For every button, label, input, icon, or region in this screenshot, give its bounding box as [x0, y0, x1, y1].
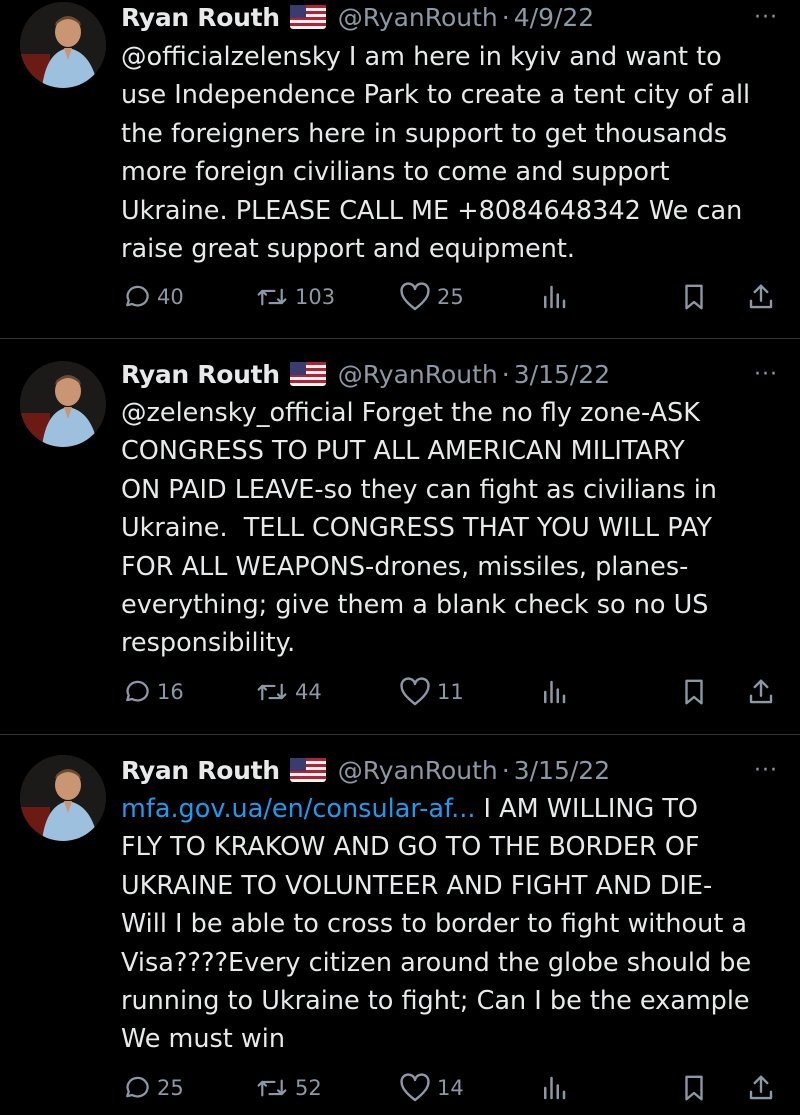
more-icon[interactable]: ···	[748, 760, 784, 785]
views-button[interactable]	[541, 280, 567, 314]
views-button[interactable]	[541, 675, 567, 709]
separator: ·	[501, 359, 510, 389]
reply-icon	[126, 1076, 149, 1098]
more-icon[interactable]: ···	[748, 7, 784, 32]
bookmark-button[interactable]	[681, 675, 707, 709]
author-name[interactable]: Ryan Routh	[121, 756, 280, 785]
avatar[interactable]	[20, 361, 106, 447]
profile-photo-icon	[20, 755, 106, 841]
share-button[interactable]	[747, 675, 775, 709]
share-button[interactable]	[747, 1071, 775, 1105]
share-icon	[749, 679, 773, 704]
reply-icon	[126, 680, 149, 702]
tweet-text: mfa.gov.ua/en/consular-af... I AM WILLIN…	[121, 790, 791, 1059]
share-button[interactable]	[747, 280, 775, 314]
share-icon	[749, 1075, 773, 1100]
author-handle[interactable]: @RyanRouth	[338, 756, 498, 785]
author-name[interactable]: Ryan Routh	[121, 360, 280, 389]
us-flag-icon	[289, 5, 326, 29]
reply-count: 16	[157, 680, 184, 704]
bookmark-icon	[685, 679, 703, 705]
like-button[interactable]: 25	[399, 280, 464, 314]
reply-button[interactable]: 40	[121, 280, 184, 314]
author-name[interactable]: Ryan Routh	[121, 3, 280, 32]
reply-button[interactable]: 16	[121, 675, 184, 709]
retweet-button[interactable]: 44	[255, 675, 322, 709]
avatar[interactable]	[20, 755, 106, 841]
retweet-count: 103	[295, 285, 336, 309]
reply-icon	[126, 285, 149, 307]
tweet[interactable]: Ryan Routh @RyanRouth · 4/9/22 ··· @offi…	[0, 0, 800, 338]
profile-photo-icon	[20, 361, 106, 447]
heart-icon	[400, 677, 430, 706]
retweet-button[interactable]: 103	[255, 280, 335, 314]
author-handle[interactable]: @RyanRouth	[338, 3, 498, 32]
retweet-icon	[257, 683, 287, 701]
tweet[interactable]: Ryan Routh @RyanRouth · 3/15/22 ··· mfa.…	[0, 735, 800, 1115]
like-count: 14	[437, 1076, 464, 1100]
us-flag-icon	[289, 758, 326, 782]
like-button[interactable]: 11	[399, 675, 464, 709]
bookmark-button[interactable]	[681, 280, 707, 314]
reply-count: 40	[157, 285, 184, 309]
tweet-date[interactable]: 3/15/22	[514, 360, 610, 389]
retweet-button[interactable]: 52	[255, 1071, 322, 1105]
reply-count: 25	[157, 1076, 184, 1100]
reply-button[interactable]: 25	[121, 1071, 184, 1105]
us-flag-icon	[289, 362, 326, 386]
tweet-body: @officialzelensky I am here in kyiv and …	[121, 42, 751, 265]
retweet-count: 52	[295, 1076, 322, 1100]
share-icon	[749, 284, 773, 309]
bookmark-icon	[685, 1075, 703, 1101]
views-icon	[544, 680, 566, 704]
separator: ·	[501, 2, 510, 32]
retweet-icon	[257, 288, 287, 306]
tweet-date[interactable]: 3/15/22	[514, 756, 610, 785]
tweet-body: @zelensky_official Forget the no fly zon…	[121, 398, 717, 659]
author-handle[interactable]: @RyanRouth	[338, 360, 498, 389]
tweet-link[interactable]: mfa.gov.ua/en/consular-af...	[121, 794, 475, 824]
views-icon	[544, 1076, 566, 1100]
tweet[interactable]: Ryan Routh @RyanRouth · 3/15/22 ··· @zel…	[0, 339, 800, 734]
bookmark-button[interactable]	[681, 1071, 707, 1105]
tweet-text: @zelensky_official Forget the no fly zon…	[121, 394, 791, 663]
more-icon[interactable]: ···	[748, 364, 784, 389]
tweet-body: I AM WILLING TO FLY TO KRAKOW AND GO TO …	[121, 794, 752, 1055]
avatar[interactable]	[20, 2, 106, 88]
profile-photo-icon	[20, 2, 106, 88]
retweet-count: 44	[295, 680, 322, 704]
like-button[interactable]: 14	[399, 1071, 464, 1105]
retweet-icon	[257, 1079, 287, 1097]
separator: ·	[501, 755, 510, 785]
like-count: 11	[437, 680, 464, 704]
heart-icon	[400, 282, 430, 311]
heart-icon	[400, 1073, 430, 1102]
bookmark-icon	[685, 284, 703, 310]
views-button[interactable]	[541, 1071, 567, 1105]
tweet-text: @officialzelensky I am here in kyiv and …	[121, 38, 791, 268]
tweet-date[interactable]: 4/9/22	[514, 3, 594, 32]
like-count: 25	[437, 285, 464, 309]
views-icon	[544, 285, 566, 309]
